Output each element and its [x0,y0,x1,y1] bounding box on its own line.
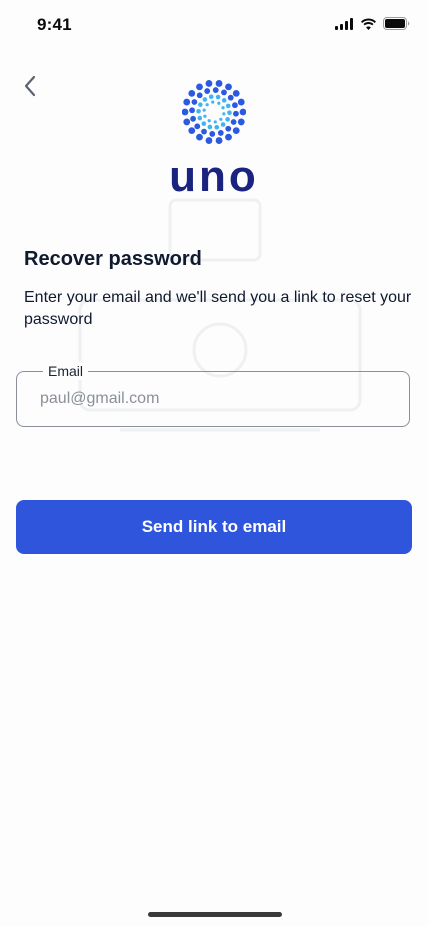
logo-dot [209,131,216,137]
back-button[interactable] [16,72,44,100]
logo-dot [214,124,220,130]
logo-dot [227,110,232,115]
wifi-icon [361,18,376,30]
logo-dot [182,108,189,116]
chevron-left-icon [24,75,36,97]
logo-dot [196,83,203,91]
logo-dot [232,102,238,109]
logo-dot [219,117,223,121]
status-bar: 9:41 [0,0,428,50]
logo-dot [233,110,239,117]
logo-dot [232,127,240,135]
logo-dot [212,87,219,93]
logo-dot [222,112,226,116]
status-time: 9:41 [37,15,72,34]
logo-dot [183,118,191,126]
email-input[interactable] [40,372,390,426]
logo-dot [225,83,232,91]
email-field[interactable]: Email [16,362,410,427]
logo-dot [208,94,214,100]
logo-dot [215,80,223,87]
logo-dot [205,80,213,87]
logo-dot [239,108,246,116]
home-indicator [148,912,282,917]
logo-dot [225,103,231,109]
logo-dot [189,107,195,114]
logo-dot [183,98,191,106]
logo-dot [227,94,234,101]
logo-dot [221,106,225,110]
status-icons [335,17,410,30]
send-link-button[interactable]: Send link to email [16,500,412,554]
logo-dot [202,97,208,102]
logo-dot [188,127,196,135]
logo-dot [201,121,207,126]
logo-dot [225,125,232,132]
page-description: Enter your email and we'll send you a li… [24,289,412,328]
uno-wordmark: uno [169,158,259,198]
logo-dot [220,122,226,127]
logo-dot [197,115,203,121]
logo-dot [201,128,207,135]
logo-dot [196,92,203,99]
logo-dot [204,88,211,94]
logo-dot [215,94,221,100]
logo-dot [188,89,196,97]
logo-dot [207,119,211,123]
cellular-signal-icon [335,17,353,30]
logo-dot [230,119,237,125]
logo-dot [202,108,206,112]
page-title: Recover password [24,248,202,270]
battery-icon [383,17,410,30]
logo-dot [237,118,245,126]
logo-dot [221,89,227,96]
logo-dot [221,98,227,103]
logo-dot [205,103,209,107]
logo-dot [217,130,224,136]
logo-dot [196,133,203,141]
uno-logo-icon [182,80,246,144]
logo-dot [191,99,198,105]
logo-dot [217,101,221,105]
logo-dot [198,102,203,107]
wordmark-text: uno [169,158,259,198]
logo-dot [190,115,196,122]
logo-dot [215,137,223,144]
logo-dot [207,124,213,130]
logo-dot [237,98,245,106]
logo-dot [203,114,207,118]
logo-dot [213,120,217,124]
logo-dot [225,117,230,122]
logo-dot [205,137,213,144]
logo-dot [211,100,215,104]
logo-dot [196,109,201,114]
logo-dot [194,123,201,130]
logo-dot [232,89,240,97]
logo-dot [225,133,232,141]
